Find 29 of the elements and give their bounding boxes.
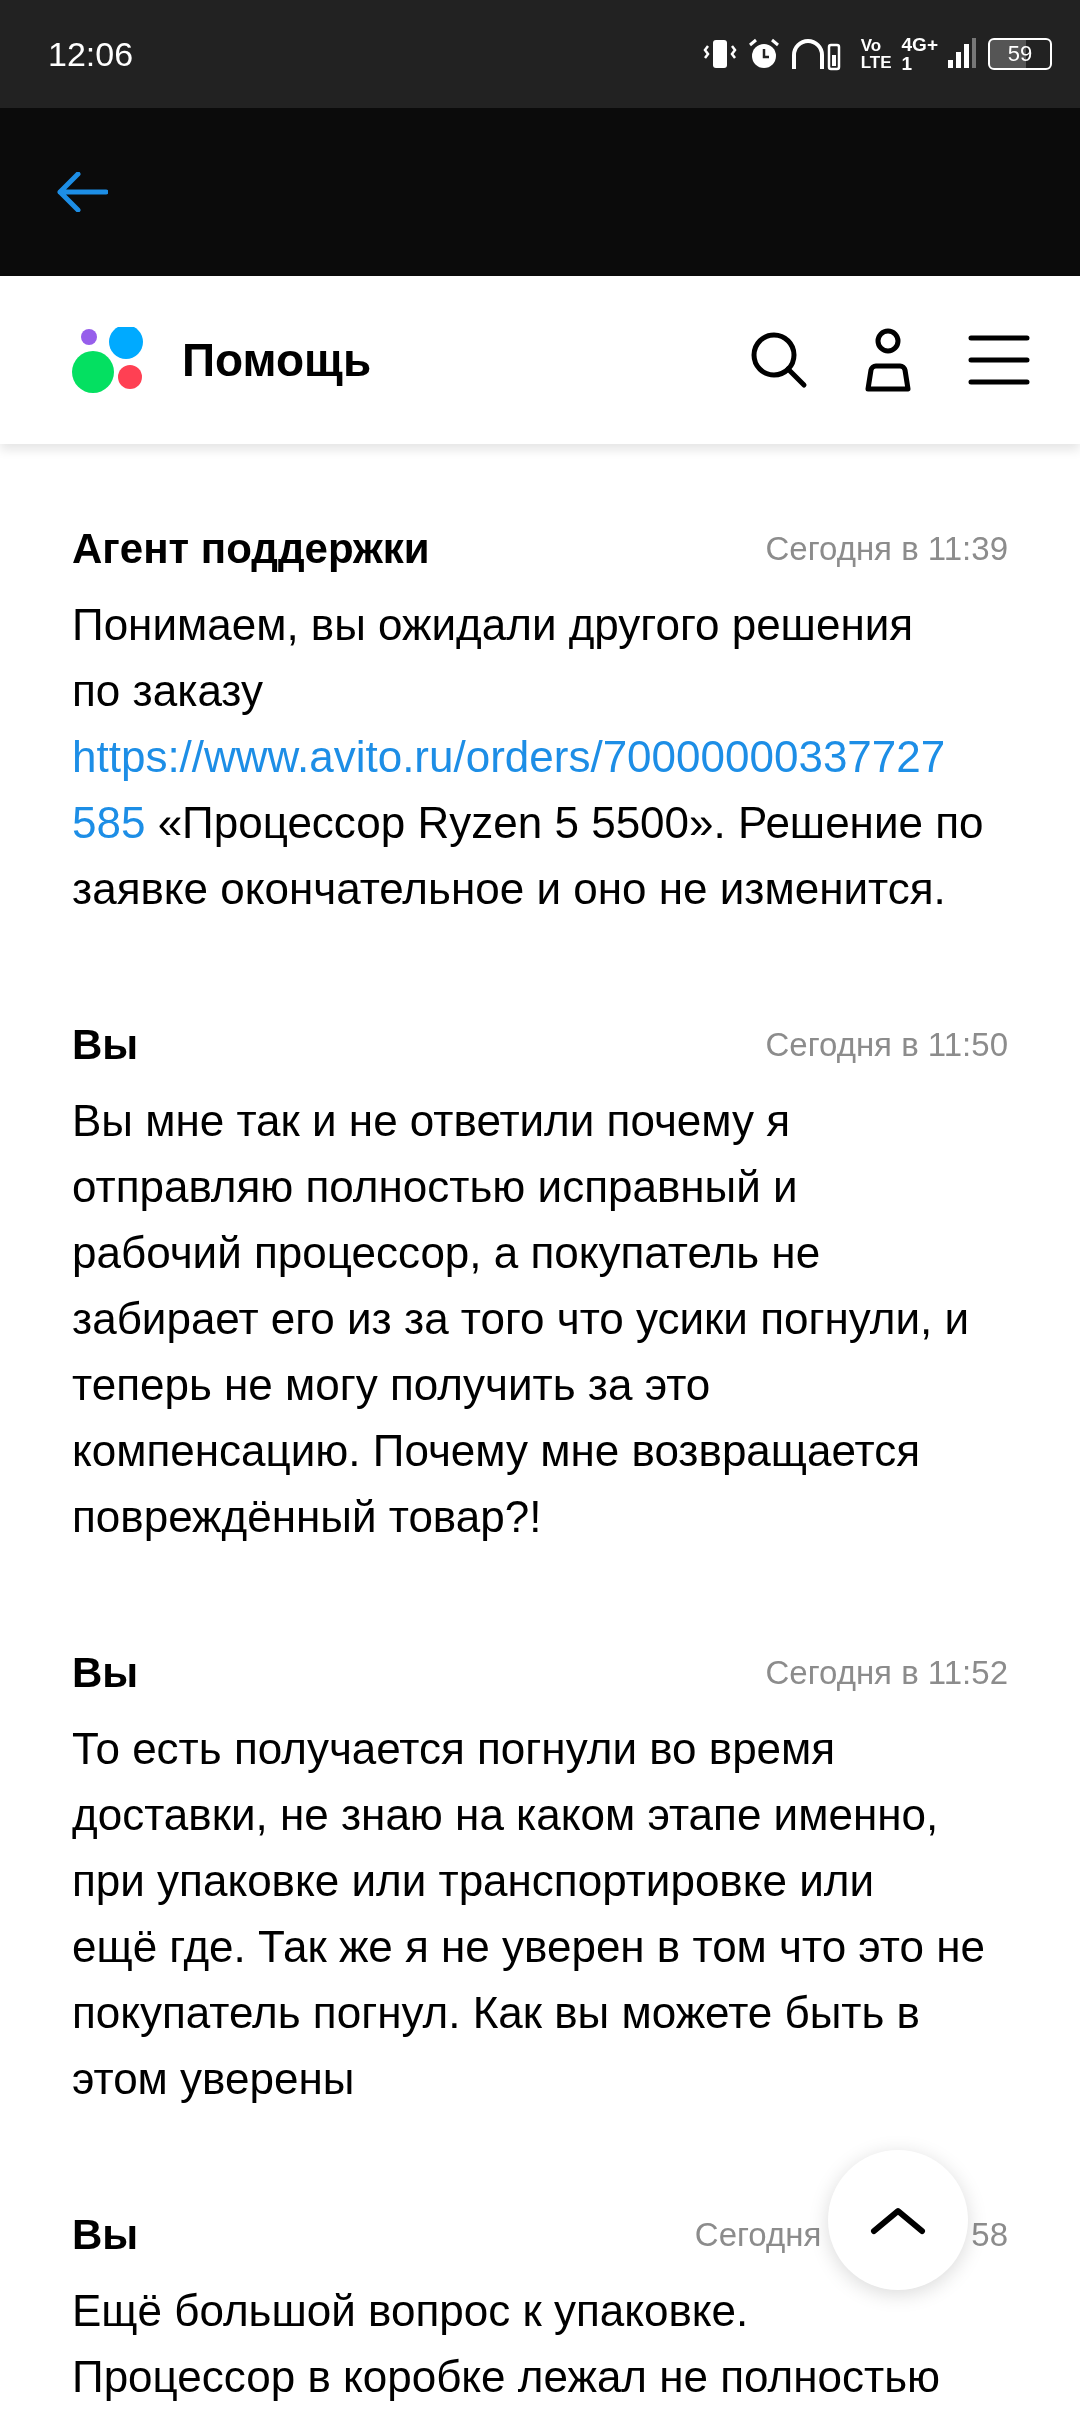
network-indicator: 4G+ 1 xyxy=(901,35,938,73)
logo-icon xyxy=(72,327,146,393)
message-author: Вы xyxy=(72,2211,139,2259)
battery-indicator: 59 xyxy=(988,38,1052,70)
message-time: Сегодня xyxy=(694,2216,822,2254)
alarm-icon xyxy=(746,37,781,71)
signal-icon xyxy=(948,38,978,70)
chevron-up-icon xyxy=(870,2205,926,2235)
headphones-icon xyxy=(790,37,841,71)
volte-indicator: Vo LTE xyxy=(860,37,892,71)
message-time: 58 xyxy=(971,2216,1008,2254)
message-text: Вы мне так и не ответили почему я отправляю полностью исправный и рабочий процессор, а покупатель не забирает его из за того что усики погнули, и теперь не могу получить за это компенсацию. Почему мне возвращается повреждённый товар?! xyxy=(72,1095,971,1543)
message-text: Ещё большой вопрос к упаковке. Процессор в коробке лежал не полностью xyxy=(72,2285,942,2403)
message-author: Агент поддержки xyxy=(72,525,430,573)
message-author: Вы xyxy=(72,1649,139,1697)
back-arrow-icon[interactable] xyxy=(56,172,108,212)
message-time: Сегодня в 11:50 xyxy=(765,1026,1008,1064)
clock-time: 12:06 xyxy=(48,34,135,74)
menu-icon[interactable] xyxy=(968,334,1030,386)
message-time: Сегодня в 11:39 xyxy=(765,530,1008,568)
message-text: То есть получается погнули во время доставки, не знаю на каком этапе именно, при упаковке или транспортировке или ещё где. Так же я не уверен в том что это не покупатель погнул. Как вы можете быть в этом уверены xyxy=(72,1723,986,2105)
vibrate-icon xyxy=(702,38,737,70)
page-title: Помощь xyxy=(182,333,373,387)
message-author: Вы xyxy=(72,1021,139,1069)
message-text: Понимаем, вы ожидали другого решения по заказу https://www.avito.ru/orders/70000000337727 585 «Процессор Ryzen 5 5500». Решение по заявке окончательное и оно не изменится. xyxy=(72,599,985,915)
message-time: Сегодня в 11:52 xyxy=(765,1654,1008,1692)
order-link[interactable]: https://www.avito.ru/orders/70000000337727 xyxy=(72,732,946,781)
search-icon[interactable] xyxy=(750,331,808,389)
order-link[interactable]: 585 xyxy=(72,798,146,847)
